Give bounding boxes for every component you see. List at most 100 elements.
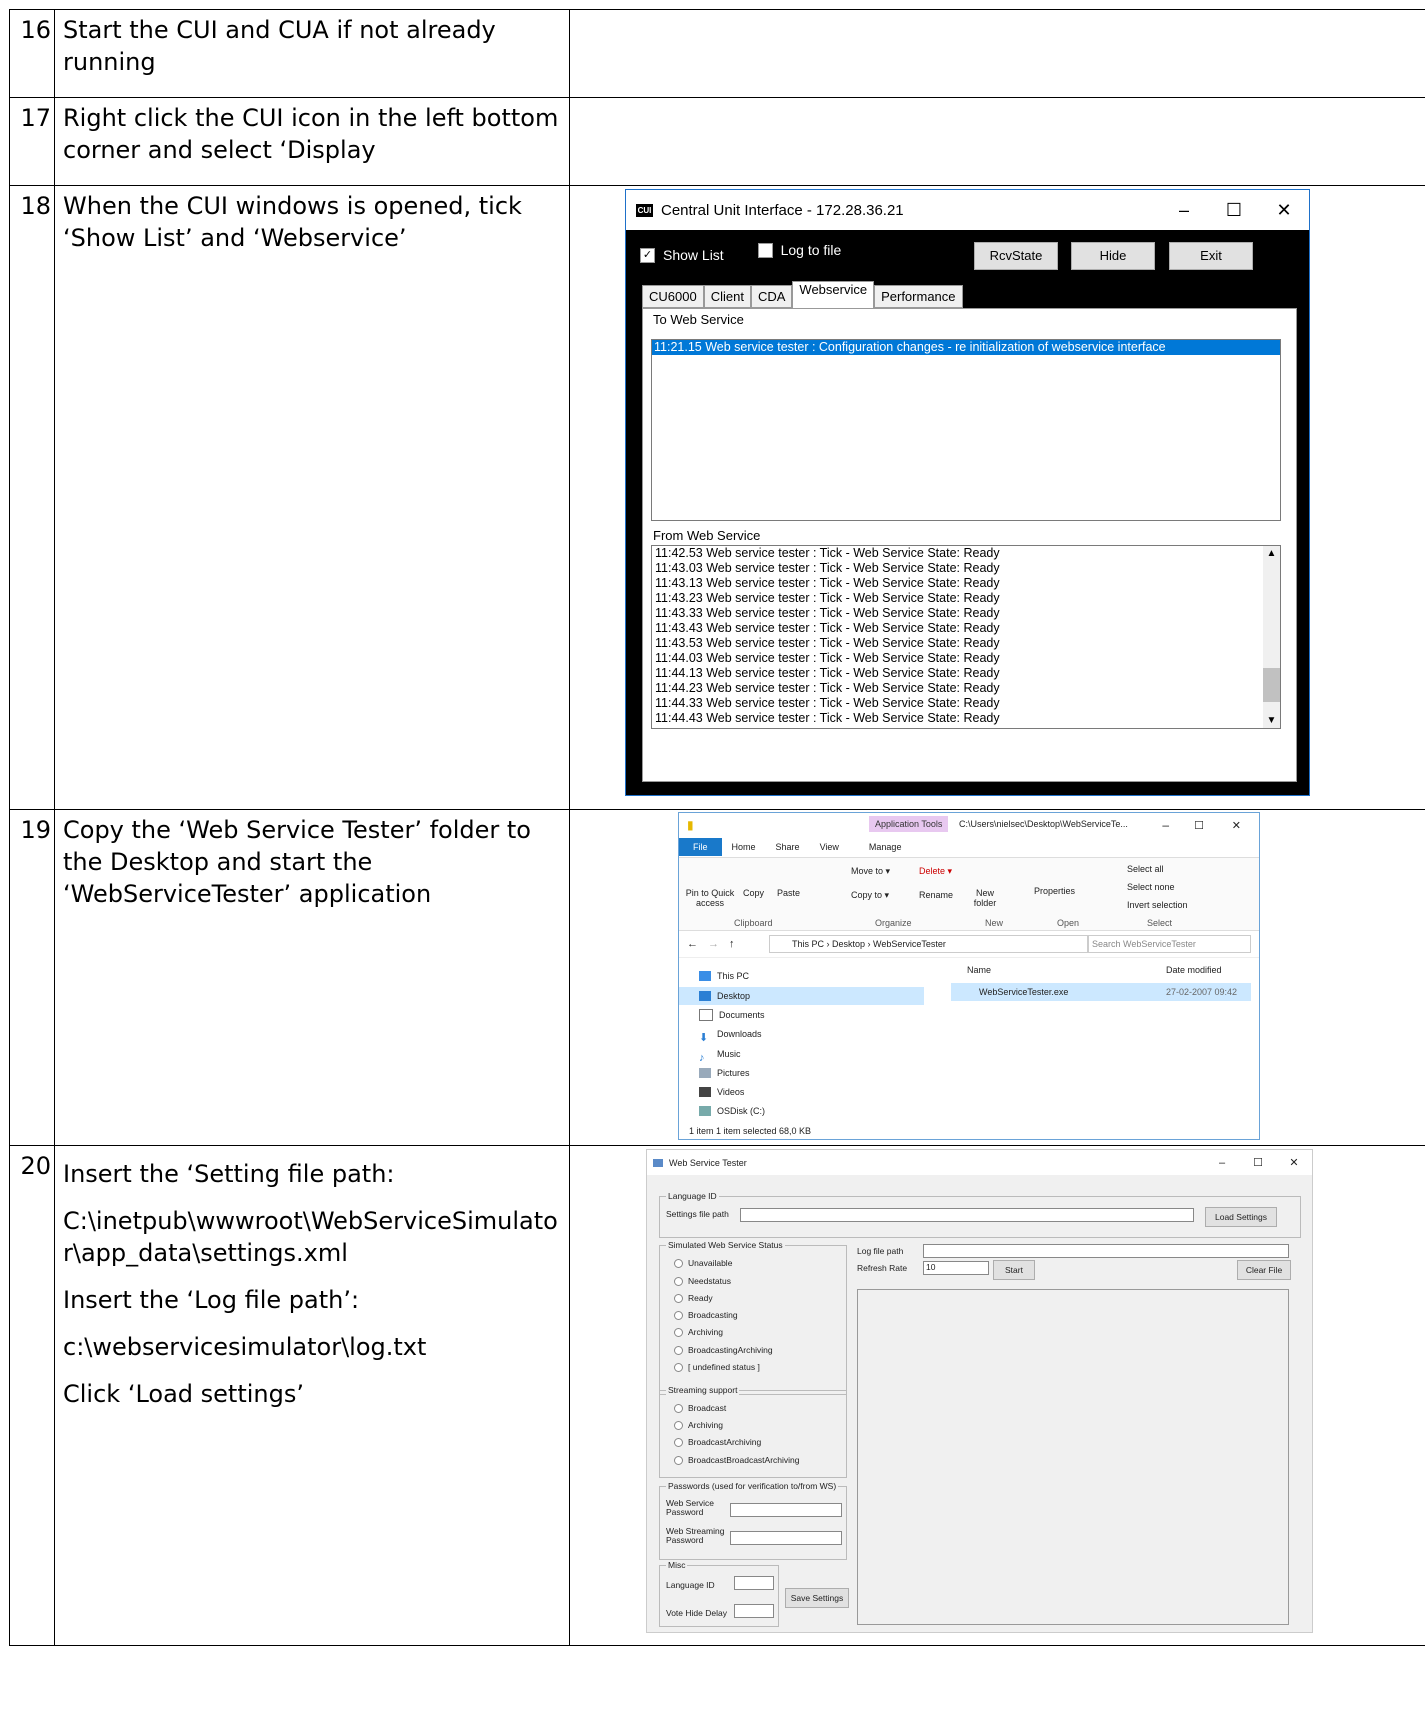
nav-item-this-pc[interactable]: This PC [699, 967, 749, 985]
nav-item-pictures[interactable]: Pictures [699, 1064, 750, 1082]
nav-item-desktop[interactable]: Desktop [679, 987, 924, 1005]
copy-button[interactable]: Copy [743, 888, 764, 898]
radio-broadcast[interactable]: Broadcast [674, 1403, 726, 1413]
to-web-service-list[interactable]: 11:21.15 Web service tester : Configurat… [651, 339, 1281, 521]
column-header-name[interactable]: Name [967, 965, 991, 975]
column-header-date[interactable]: Date modified [1166, 965, 1222, 975]
list-item[interactable]: 11:43.33 Web service tester : Tick - Web… [652, 606, 1280, 621]
tab-webservice[interactable]: Webservice [792, 281, 875, 308]
ws-password-input[interactable] [730, 1503, 842, 1517]
radio-broadcasting[interactable]: Broadcasting [674, 1310, 738, 1320]
start-button[interactable]: Start [993, 1260, 1035, 1280]
close-icon[interactable]: ✕ [1232, 819, 1241, 832]
close-icon[interactable]: ✕ [1259, 200, 1309, 221]
list-item[interactable]: 11:43.03 Web service tester : Tick - Web… [652, 561, 1280, 576]
log-output-area[interactable] [857, 1289, 1289, 1625]
scroll-down-icon[interactable]: ▼ [1263, 715, 1280, 726]
close-icon[interactable]: ✕ [1276, 1156, 1312, 1169]
refresh-rate-input[interactable]: 10 [923, 1261, 989, 1275]
list-item[interactable]: 11:44.33 Web service tester : Tick - Web… [652, 696, 1280, 711]
radio-unavailable[interactable]: Unavailable [674, 1258, 732, 1268]
menu-manage[interactable]: Manage [859, 842, 912, 852]
menu-view[interactable]: View [810, 842, 849, 852]
new-folder-button[interactable]: New folder [969, 888, 1001, 908]
list-item[interactable]: 11:44.03 Web service tester : Tick - Web… [652, 651, 1280, 666]
list-item[interactable]: 11:44.43 Web service tester : Tick - Web… [652, 711, 1280, 726]
properties-button[interactable]: Properties [1034, 886, 1075, 896]
log-path-input[interactable] [923, 1244, 1289, 1258]
menu-file[interactable]: File [679, 838, 722, 856]
breadcrumb[interactable]: This PC › Desktop › WebServiceTester [769, 935, 1089, 953]
radio-stream-archiving[interactable]: Archiving [674, 1420, 723, 1430]
settings-path-input[interactable] [740, 1208, 1194, 1222]
back-icon[interactable]: ← [687, 938, 698, 950]
list-item[interactable]: 11:43.13 Web service tester : Tick - Web… [652, 576, 1280, 591]
pin-button[interactable]: Pin to Quick access [685, 888, 735, 908]
radio-broadcast-broadcast-archiving[interactable]: BroadcastBroadcastArchiving [674, 1455, 800, 1465]
invert-selection-button[interactable]: Invert selection [1127, 900, 1188, 910]
step-description: Copy the ‘Web Service Tester’ folder to … [54, 809, 570, 1146]
list-item[interactable]: 11:42.53 Web service tester : Tick - Web… [652, 546, 1280, 561]
list-item[interactable]: 11:43.53 Web service tester : Tick - Web… [652, 636, 1280, 651]
step-text: Start the CUI and CUA if not already run… [63, 16, 496, 76]
nav-item-downloads[interactable]: ⬇ Downloads [699, 1025, 762, 1044]
list-item[interactable]: 11:21.15 Web service tester : Configurat… [652, 340, 1280, 355]
radio-broadcasting-archiving[interactable]: BroadcastingArchiving [674, 1345, 773, 1355]
file-row[interactable]: WebServiceTester.exe 27-02-2007 09:42 [951, 983, 1251, 1001]
tab-cu6000[interactable]: CU6000 [642, 285, 704, 308]
breadcrumb-item[interactable]: Desktop [832, 939, 865, 949]
maximize-icon[interactable]: ☐ [1194, 819, 1204, 832]
language-id-input[interactable] [734, 1576, 774, 1590]
nav-item-documents[interactable]: Documents [699, 1006, 765, 1024]
load-settings-button[interactable]: Load Settings [1205, 1207, 1277, 1227]
minimize-icon[interactable]: – [1162, 818, 1169, 832]
radio-needstatus[interactable]: Needstatus [674, 1276, 731, 1286]
search-input[interactable]: Search WebServiceTester [1087, 935, 1251, 953]
maximize-icon[interactable]: ☐ [1240, 1156, 1276, 1169]
tab-cda[interactable]: CDA [750, 285, 793, 308]
breadcrumb-item[interactable]: This PC [792, 939, 824, 949]
radio-archiving[interactable]: Archiving [674, 1327, 723, 1337]
scroll-up-icon[interactable]: ▲ [1263, 548, 1280, 559]
scrollbar-thumb[interactable] [1263, 668, 1280, 702]
up-icon[interactable]: ↑ [729, 938, 735, 950]
delete-button[interactable]: Delete ▾ [919, 866, 952, 877]
log-to-file-checkbox[interactable]: Log to file [757, 242, 841, 258]
list-item[interactable]: 11:43.43 Web service tester : Tick - Web… [652, 621, 1280, 636]
maximize-icon[interactable]: ☐ [1209, 200, 1259, 221]
nav-item-osdisk[interactable]: OSDisk (C:) [699, 1102, 765, 1120]
minimize-icon[interactable]: – [1204, 1157, 1240, 1169]
copy-to-button[interactable]: Copy to ▾ [851, 890, 889, 901]
scrollbar[interactable]: ▲ ▼ [1263, 546, 1280, 728]
move-to-button[interactable]: Move to ▾ [851, 866, 890, 877]
minimize-icon[interactable]: – [1159, 200, 1209, 221]
menu-home[interactable]: Home [722, 842, 766, 852]
nav-item-music[interactable]: ♪ Music [699, 1045, 741, 1064]
menu-share[interactable]: Share [766, 842, 810, 852]
breadcrumb-item[interactable]: WebServiceTester [873, 939, 946, 949]
nav-item-videos[interactable]: Videos [699, 1083, 744, 1101]
paste-button[interactable]: Paste [777, 888, 800, 898]
from-web-service-list[interactable]: 11:42.53 Web service tester : Tick - Web… [651, 545, 1281, 729]
list-item[interactable]: 11:44.13 Web service tester : Tick - Web… [652, 666, 1280, 681]
rcvstate-button[interactable]: RcvState [974, 242, 1058, 270]
show-list-checkbox[interactable]: ✓ Show List [640, 247, 724, 263]
radio-ready[interactable]: Ready [674, 1293, 713, 1303]
radio-circle [674, 1310, 683, 1320]
rename-button[interactable]: Rename [919, 890, 953, 900]
vote-hide-input[interactable] [734, 1604, 774, 1618]
tab-performance[interactable]: Performance [874, 285, 963, 308]
clear-file-button[interactable]: Clear File [1237, 1260, 1291, 1280]
list-item[interactable]: 11:43.23 Web service tester : Tick - Web… [652, 591, 1280, 606]
list-item[interactable]: 11:44.23 Web service tester : Tick - Web… [652, 681, 1280, 696]
radio-undefined[interactable]: [ undefined status ] [674, 1362, 760, 1372]
radio-broadcast-archiving[interactable]: BroadcastArchiving [674, 1437, 761, 1447]
save-settings-button[interactable]: Save Settings [785, 1588, 849, 1608]
tab-client[interactable]: Client [703, 285, 751, 308]
select-all-button[interactable]: Select all [1127, 864, 1164, 874]
exit-button[interactable]: Exit [1169, 242, 1253, 270]
hide-button[interactable]: Hide [1071, 242, 1155, 270]
wss-password-input[interactable] [730, 1531, 842, 1545]
select-none-button[interactable]: Select none [1127, 882, 1175, 892]
forward-icon[interactable]: → [708, 938, 719, 950]
